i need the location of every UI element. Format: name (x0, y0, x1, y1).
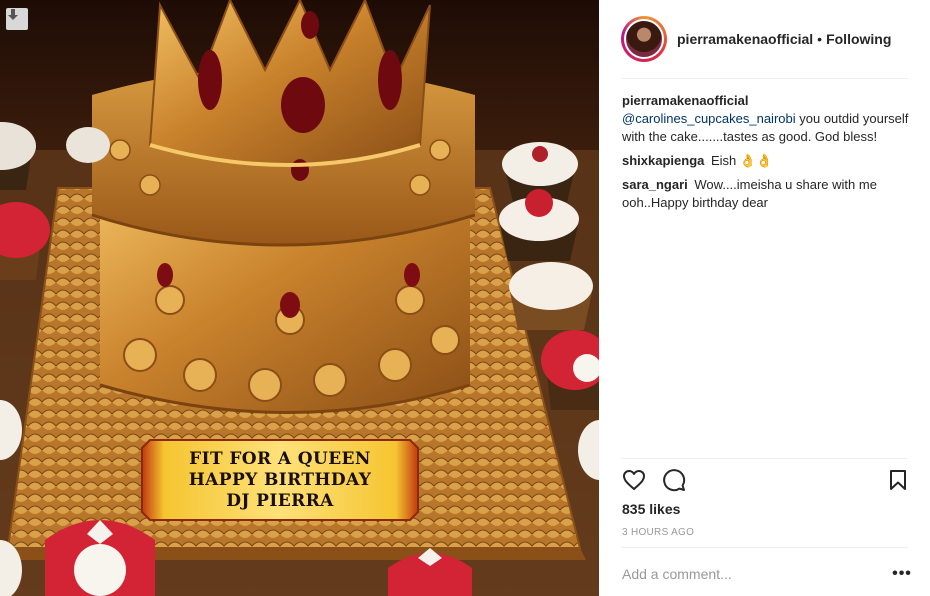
comment-item: pierramakenaofficial @carolines_cupcakes… (622, 92, 912, 146)
heart-icon[interactable] (621, 467, 647, 493)
comment-username[interactable]: sara_ngari (622, 177, 688, 192)
comment-list: pierramakenaofficial @carolines_cupcakes… (622, 92, 912, 218)
post-side-panel: pierramakenaofficial • Following pierram… (599, 0, 930, 596)
avatar[interactable] (621, 16, 667, 62)
comment-item: sara_ngari Wow....imeisha u share with m… (622, 176, 912, 212)
cake-plaque: FIT FOR A QUEEN HAPPY BIRTHDAY DJ PIERRA (142, 444, 418, 516)
header-username[interactable]: pierramakenaofficial (677, 31, 813, 47)
post-header: pierramakenaofficial • Following (599, 0, 930, 78)
comment-icon[interactable] (661, 467, 687, 493)
plaque-line-3: DJ PIERRA (226, 490, 334, 511)
comment-divider (621, 547, 908, 548)
following-button[interactable]: Following (826, 31, 891, 47)
comment-username[interactable]: shixkapienga (622, 153, 704, 168)
download-icon[interactable] (6, 8, 28, 30)
actions-divider (621, 458, 908, 459)
avatar-image (624, 19, 664, 59)
more-options-icon[interactable]: ••• (891, 563, 913, 585)
add-comment-input[interactable] (622, 563, 872, 585)
plaque-line-1: FIT FOR A QUEEN (189, 448, 371, 469)
likes-count[interactable]: 835 likes (622, 501, 680, 517)
header-separator: • (817, 31, 823, 47)
comment-mention[interactable]: @carolines_cupcakes_nairobi (622, 111, 796, 126)
post-timestamp[interactable]: 3 HOURS AGO (622, 527, 694, 538)
header-divider (621, 78, 908, 79)
bookmark-icon[interactable] (885, 467, 911, 493)
comment-text: Eish 👌👌 (711, 153, 773, 168)
comment-username[interactable]: pierramakenaofficial (622, 93, 748, 108)
comment-item: shixkapienga Eish 👌👌 (622, 152, 912, 170)
plaque-line-2: HAPPY BIRTHDAY (188, 469, 372, 490)
post-image[interactable]: FIT FOR A QUEEN HAPPY BIRTHDAY DJ PIERRA (0, 0, 599, 596)
